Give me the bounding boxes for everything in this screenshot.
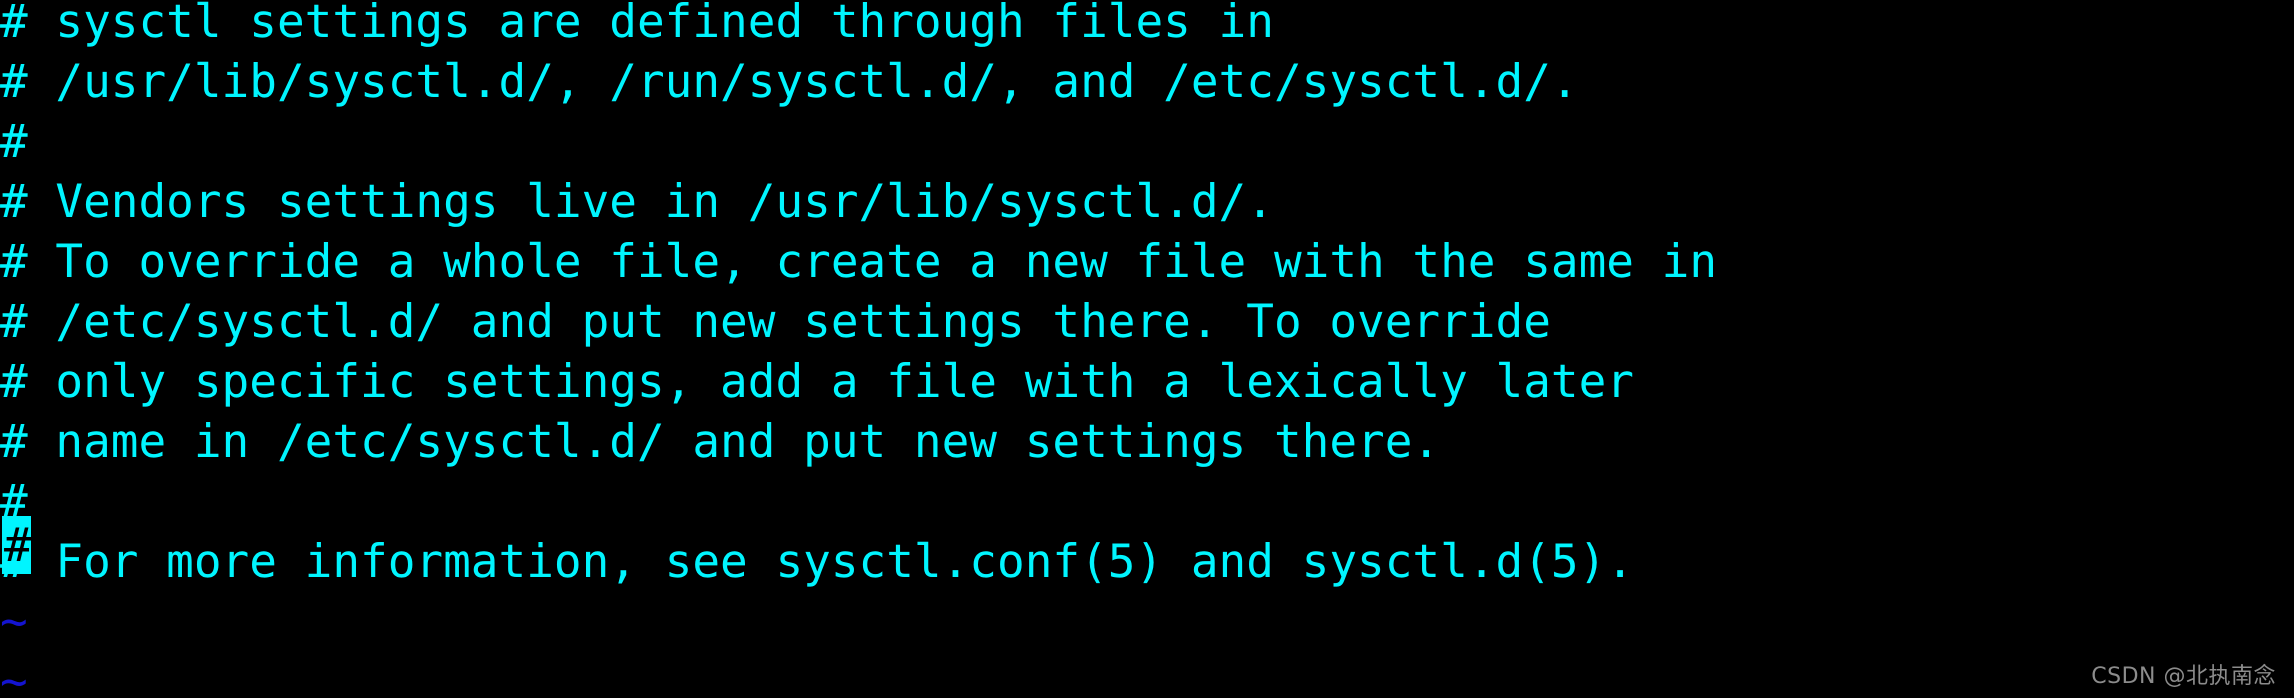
vim-filler-tilde: ~ <box>0 651 28 698</box>
buffer-line-text: # To override a whole file, create a new… <box>0 234 1718 288</box>
buffer-line: # <box>0 111 28 171</box>
buffer-line: # /usr/lib/sysctl.d/, /run/sysctl.d/, an… <box>0 51 1579 111</box>
buffer-line-text: # sysctl settings are defined through fi… <box>0 0 1274 48</box>
buffer-line-text: # For more information, see sysctl.conf(… <box>0 534 1634 588</box>
text-cursor-glyph: # <box>4 518 32 572</box>
vim-filler-tilde-text: ~ <box>0 654 28 698</box>
buffer-line-text: # name in /etc/sysctl.d/ and put new set… <box>0 414 1441 468</box>
buffer-line-text: # /etc/sysctl.d/ and put new settings th… <box>0 294 1551 348</box>
watermark: CSDN @北执南念 <box>2091 664 2276 689</box>
buffer-line: # For more information, see sysctl.conf(… <box>0 531 1634 591</box>
buffer-line: # Vendors settings live in /usr/lib/sysc… <box>0 171 1274 231</box>
buffer-line: # name in /etc/sysctl.d/ and put new set… <box>0 411 1440 471</box>
vim-filler-tilde-text: ~ <box>0 594 28 648</box>
buffer-line: # To override a whole file, create a new… <box>0 231 1717 291</box>
vim-filler-tilde: ~ <box>0 591 28 651</box>
buffer-line-text: # <box>0 114 28 168</box>
buffer-line-text: # only specific settings, add a file wit… <box>0 354 1634 408</box>
buffer-line-text: # Vendors settings live in /usr/lib/sysc… <box>0 174 1274 228</box>
terminal-window: # sysctl settings are defined through fi… <box>0 0 2294 698</box>
vim-text-buffer[interactable]: # sysctl settings are defined through fi… <box>0 0 2294 698</box>
buffer-line: # sysctl settings are defined through fi… <box>0 0 1274 51</box>
buffer-line: # /etc/sysctl.d/ and put new settings th… <box>0 291 1551 351</box>
buffer-line: # only specific settings, add a file wit… <box>0 351 1634 411</box>
buffer-line-text: # /usr/lib/sysctl.d/, /run/sysctl.d/, an… <box>0 54 1579 108</box>
